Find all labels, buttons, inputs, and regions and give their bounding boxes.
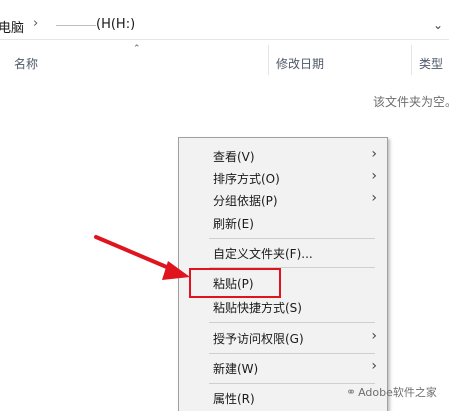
breadcrumb-drive[interactable]: (H(H:) xyxy=(96,17,135,32)
menu-item-label: 粘贴快捷方式(S) xyxy=(213,301,302,315)
menu-item-label: 分组依据(P) xyxy=(213,194,278,208)
watermark: ⚭ Adobe软件之家 xyxy=(346,384,437,400)
menu-item-paste-shortcut[interactable]: 粘贴快捷方式(S) xyxy=(179,296,387,318)
menu-item-give-access[interactable]: 授予访问权限(G) › xyxy=(179,327,387,349)
breadcrumb-separator-icon[interactable]: › xyxy=(33,16,38,31)
chevron-right-icon: › xyxy=(371,328,377,344)
menu-item-label: 排序方式(O) xyxy=(213,172,280,186)
menu-item-refresh[interactable]: 刷新(E) xyxy=(179,212,387,234)
watermark-text: Adobe软件之家 xyxy=(358,386,437,399)
chevron-right-icon: › xyxy=(371,168,377,184)
menu-divider xyxy=(209,353,375,354)
menu-item-label: 刷新(E) xyxy=(213,217,254,231)
menu-item-new[interactable]: 新建(W) › xyxy=(179,357,387,379)
chevron-down-icon[interactable]: ⌄ xyxy=(433,18,443,32)
chevron-right-icon: › xyxy=(371,146,377,162)
menu-item-label: 自定义文件夹(F)... xyxy=(213,247,313,261)
menu-item-group-by[interactable]: 分组依据(P) › xyxy=(179,189,387,211)
menu-item-label: 新建(W) xyxy=(213,362,259,376)
menu-item-view[interactable]: 查看(V) › xyxy=(179,145,387,167)
chevron-right-icon: › xyxy=(371,358,377,374)
column-divider[interactable] xyxy=(411,45,412,75)
paste-highlight-box xyxy=(189,268,281,298)
menu-item-label: 查看(V) xyxy=(213,150,255,164)
column-header-name[interactable]: 名称 xyxy=(14,55,38,72)
column-divider[interactable] xyxy=(268,45,269,75)
menu-divider xyxy=(209,238,375,239)
column-header-type[interactable]: 类型 xyxy=(419,55,443,72)
menu-item-label: 属性(R) xyxy=(213,392,255,406)
breadcrumb-this-pc[interactable]: 电脑 xyxy=(0,17,24,36)
wechat-icon: ⚭ xyxy=(346,385,357,399)
menu-item-sort-by[interactable]: 排序方式(O) › xyxy=(179,167,387,189)
chevron-right-icon: › xyxy=(371,190,377,206)
menu-item-label: 授予访问权限(G) xyxy=(213,332,304,346)
empty-folder-message: 该文件夹为空。 xyxy=(373,95,449,109)
menu-item-customize-folder[interactable]: 自定义文件夹(F)... xyxy=(179,242,387,264)
menu-divider xyxy=(209,322,375,323)
address-bar-divider xyxy=(0,39,449,40)
address-bar[interactable]: 电脑 › (H(H:) ⌄ xyxy=(0,8,449,40)
column-header-date-modified[interactable]: 修改日期 xyxy=(276,55,324,72)
redacted-drive-label xyxy=(56,25,96,26)
sort-ascending-icon: ⌃ xyxy=(133,44,141,54)
